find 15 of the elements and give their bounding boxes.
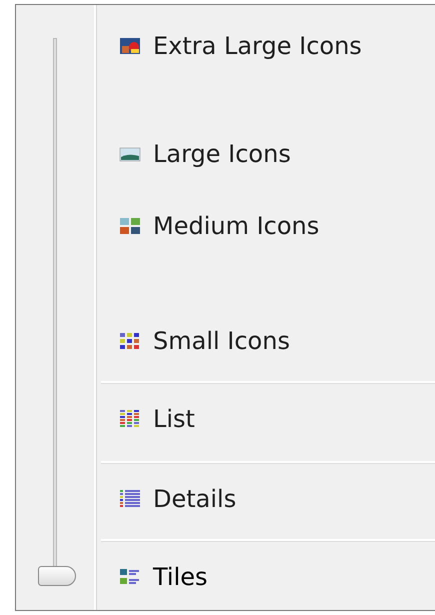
landscape-icon: [119, 145, 141, 163]
menu-item[interactable]: Small Icons: [101, 306, 435, 381]
menu-item[interactable]: List: [101, 381, 435, 461]
slider-thumb[interactable]: [38, 566, 76, 586]
menu-item[interactable]: Extra Large Icons: [101, 5, 435, 119]
menu-item[interactable]: Details: [101, 461, 435, 539]
tiles-icon: [119, 568, 141, 586]
image-grid-icon: [119, 217, 141, 235]
menu-item[interactable]: Large Icons: [101, 119, 435, 191]
list-icon: [119, 410, 141, 428]
details-icon: [119, 490, 141, 508]
photo-icon: [119, 37, 141, 55]
small-grid-icon: [119, 332, 141, 350]
menu-item[interactable]: Medium Icons: [101, 191, 435, 306]
menu-item[interactable]: Tiles: [101, 539, 435, 610]
